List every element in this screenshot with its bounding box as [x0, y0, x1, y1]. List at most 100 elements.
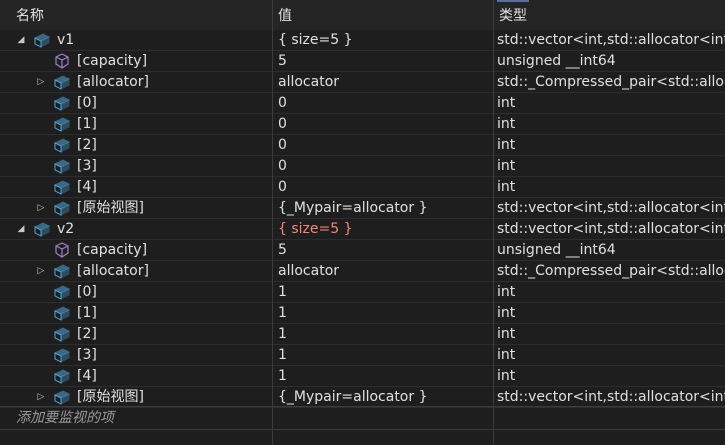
watch-row[interactable]: ▷ [原始视图] {_Mypair=allocator } std::vector<i… — [0, 387, 725, 408]
watch-row[interactable]: ▷ [allocator] allocator std::_Compressed_pa… — [0, 72, 725, 93]
variable-name[interactable]: [3] — [77, 345, 97, 365]
variable-type: std::_Compressed_pair<std::allocator<int… — [497, 263, 725, 279]
variable-type: std::vector<int,std::allocator<int> > — [497, 32, 725, 48]
watch-row[interactable]: ▷ [原始视图] {_Mypair=allocator } std::vector<i… — [0, 198, 725, 219]
field-icon — [53, 347, 71, 363]
field-icon — [53, 95, 71, 111]
variable-name[interactable]: [allocator] — [77, 72, 149, 92]
header-type[interactable]: 类型 — [499, 0, 725, 30]
field-icon — [53, 74, 71, 90]
field-icon — [53, 389, 71, 405]
field-icon — [53, 368, 71, 384]
variable-value[interactable]: { size=5 } — [278, 219, 490, 239]
variable-name[interactable]: v2 — [57, 219, 74, 239]
collapse-arrow-icon[interactable]: ◢ — [14, 219, 28, 239]
variable-name[interactable]: [2] — [77, 135, 97, 155]
field-icon — [53, 200, 71, 216]
variable-value[interactable]: allocator — [278, 72, 490, 92]
variable-value[interactable]: { size=5 } — [278, 30, 490, 50]
variable-value[interactable]: 0 — [278, 156, 490, 176]
field-icon — [53, 158, 71, 174]
expand-arrow-icon[interactable]: ▷ — [34, 261, 48, 281]
header-accent — [497, 0, 529, 2]
variable-value[interactable]: {_Mypair=allocator } — [278, 198, 490, 218]
variable-name[interactable]: [1] — [77, 303, 97, 323]
watch-row[interactable]: [0] 0 int — [0, 93, 725, 114]
variable-type: int — [497, 326, 516, 342]
property-icon — [53, 242, 71, 258]
variable-value[interactable]: 5 — [278, 240, 490, 260]
variable-name[interactable]: [1] — [77, 114, 97, 134]
variable-type: std::vector<int,std::allocator<int> > — [497, 200, 725, 216]
variable-value[interactable]: 1 — [278, 282, 490, 302]
header-divider[interactable] — [272, 0, 273, 30]
watch-row[interactable]: [2] 1 int — [0, 324, 725, 345]
header-divider[interactable] — [493, 0, 494, 30]
add-watch-row[interactable]: 添加要监视的项 — [0, 406, 725, 430]
column-divider — [493, 30, 494, 445]
watch-row[interactable]: [4] 0 int — [0, 177, 725, 198]
variable-name[interactable]: [原始视图] — [77, 198, 144, 218]
watch-row[interactable]: [2] 0 int — [0, 135, 725, 156]
column-header: 名称 值 类型 — [0, 0, 725, 30]
watch-row[interactable]: [capacity] 5 unsigned __int64 — [0, 51, 725, 72]
watch-row[interactable]: [4] 1 int — [0, 366, 725, 387]
field-icon — [33, 32, 51, 48]
variable-value[interactable]: 1 — [278, 366, 490, 386]
variable-name[interactable]: [3] — [77, 156, 97, 176]
expand-arrow-icon[interactable]: ▷ — [34, 198, 48, 218]
variable-type: unsigned __int64 — [497, 242, 616, 258]
expand-arrow-icon[interactable]: ▷ — [34, 72, 48, 92]
field-icon — [53, 116, 71, 132]
variable-value[interactable]: 0 — [278, 93, 490, 113]
variable-type: int — [497, 347, 516, 363]
variable-type: int — [497, 179, 516, 195]
variable-name[interactable]: [0] — [77, 93, 97, 113]
header-name[interactable]: 名称 — [16, 0, 266, 30]
variable-value[interactable]: 0 — [278, 135, 490, 155]
watch-row[interactable]: [3] 1 int — [0, 345, 725, 366]
variable-name[interactable]: [2] — [77, 324, 97, 344]
watch-row[interactable]: [3] 0 int — [0, 156, 725, 177]
watch-row[interactable]: ◢ v2 { size=5 } std::vector<int,std::alloca… — [0, 219, 725, 240]
variable-value[interactable]: 0 — [278, 177, 490, 197]
column-divider — [272, 30, 273, 445]
variable-name[interactable]: [0] — [77, 282, 97, 302]
field-icon — [53, 137, 71, 153]
expand-arrow-icon[interactable]: ▷ — [34, 387, 48, 407]
variable-type: unsigned __int64 — [497, 53, 616, 69]
field-icon — [53, 263, 71, 279]
variable-value[interactable]: 0 — [278, 114, 490, 134]
variable-value[interactable]: {_Mypair=allocator } — [278, 387, 490, 407]
variable-type: int — [497, 368, 516, 384]
variable-name[interactable]: v1 — [57, 30, 74, 50]
field-icon — [53, 305, 71, 321]
watch-row[interactable]: ◢ v1 { size=5 } std::vector<int,std::alloca… — [0, 30, 725, 51]
variable-type: int — [497, 116, 516, 132]
field-icon — [53, 284, 71, 300]
watch-window: 名称 值 类型 ◢ v1{ size=5 } std::vector<int,std… — [0, 0, 725, 445]
variable-type: int — [497, 95, 516, 111]
watch-row[interactable]: [1] 0 int — [0, 114, 725, 135]
collapse-arrow-icon[interactable]: ◢ — [14, 30, 28, 50]
watch-row[interactable]: ▷ [allocator] allocator std::_Compressed_pa… — [0, 261, 725, 282]
variable-name[interactable]: [原始视图] — [77, 387, 144, 407]
variable-name[interactable]: [capacity] — [77, 51, 147, 71]
header-value[interactable]: 值 — [278, 0, 488, 30]
variable-type: std::vector<int,std::allocator<int> > — [497, 389, 725, 405]
variable-value[interactable]: 5 — [278, 51, 490, 71]
field-icon — [33, 221, 51, 237]
variable-value[interactable]: 1 — [278, 324, 490, 344]
watch-row[interactable]: [capacity] 5 unsigned __int64 — [0, 240, 725, 261]
variable-value[interactable]: 1 — [278, 303, 490, 323]
variable-name[interactable]: [allocator] — [77, 261, 149, 281]
variable-type: int — [497, 137, 516, 153]
variable-name[interactable]: [4] — [77, 366, 97, 386]
watch-row[interactable]: [1] 1 int — [0, 303, 725, 324]
watch-row[interactable]: [0] 1 int — [0, 282, 725, 303]
variable-value[interactable]: 1 — [278, 345, 490, 365]
variable-name[interactable]: [4] — [77, 177, 97, 197]
variable-value[interactable]: allocator — [278, 261, 490, 281]
add-watch-placeholder[interactable]: 添加要监视的项 — [16, 407, 114, 429]
variable-name[interactable]: [capacity] — [77, 240, 147, 260]
